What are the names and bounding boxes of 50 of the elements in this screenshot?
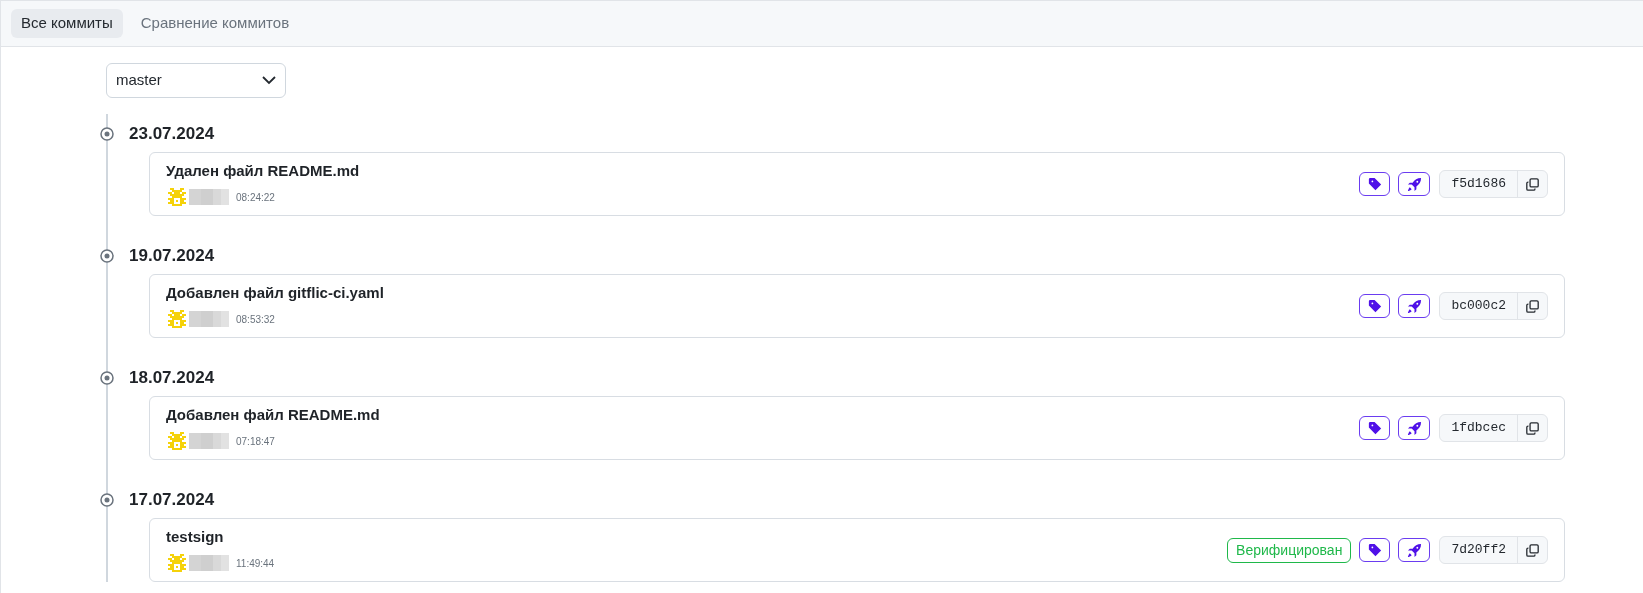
commit-message[interactable]: Добавлен файл gitflic-ci.yaml	[166, 281, 384, 305]
commit-time: 08:24:22	[236, 190, 275, 205]
commit-date: 19.07.2024	[129, 245, 215, 268]
rocket-icon	[1406, 420, 1422, 436]
rocket-icon	[1406, 176, 1422, 192]
commit-date: 18.07.2024	[129, 367, 215, 390]
tag-button[interactable]	[1359, 538, 1391, 562]
deploy-button[interactable]	[1398, 416, 1431, 440]
tab[interactable]: Сравнение коммитов	[130, 9, 300, 38]
copy-icon	[1526, 177, 1539, 191]
branch-value: master	[116, 70, 162, 91]
commit-message[interactable]: Добавлен файл README.md	[166, 403, 380, 427]
timeline-node-icon	[100, 249, 114, 263]
commit-message[interactable]: Удален файл README.md	[166, 159, 360, 183]
avatar-icon	[166, 308, 188, 331]
tag-icon	[1367, 299, 1382, 313]
avatar-icon	[166, 552, 188, 575]
tag-button[interactable]	[1359, 172, 1391, 196]
tag-icon	[1367, 543, 1382, 557]
commit-time: 11:49:44	[236, 556, 275, 571]
blurred-name-drawing	[189, 554, 229, 573]
chevron-down-icon	[262, 76, 276, 85]
branch-select[interactable]: master	[106, 63, 286, 98]
avatar-icon	[166, 430, 188, 453]
verified-badge: Верифицирован	[1227, 537, 1352, 563]
avatar-icon	[166, 186, 188, 209]
commit-message[interactable]: testsign	[166, 525, 275, 549]
tab[interactable]: Все коммиты	[11, 9, 123, 38]
tag-icon	[1367, 177, 1382, 191]
tag-button[interactable]	[1359, 294, 1391, 318]
rocket-icon	[1406, 298, 1422, 314]
commit-time: 08:53:32	[236, 312, 275, 327]
timeline-node-icon	[100, 127, 114, 141]
copy-icon	[1526, 299, 1539, 313]
deploy-button[interactable]	[1398, 172, 1431, 196]
blurred-name-drawing	[189, 432, 229, 451]
commit-date: 17.07.2024	[129, 489, 215, 512]
tag-button[interactable]	[1359, 416, 1391, 440]
commit-date: 23.07.2024	[129, 123, 215, 146]
copy-icon	[1526, 543, 1539, 557]
deploy-button[interactable]	[1398, 294, 1431, 318]
blurred-name-drawing	[189, 310, 229, 329]
deploy-button[interactable]	[1398, 538, 1431, 562]
tag-icon	[1367, 421, 1382, 435]
commit-time: 07:18:47	[236, 434, 275, 449]
rocket-icon	[1406, 542, 1422, 558]
timeline-node-icon	[100, 371, 114, 385]
timeline-node-icon	[100, 493, 114, 507]
copy-icon	[1526, 421, 1539, 435]
blurred-name-drawing	[189, 188, 229, 207]
